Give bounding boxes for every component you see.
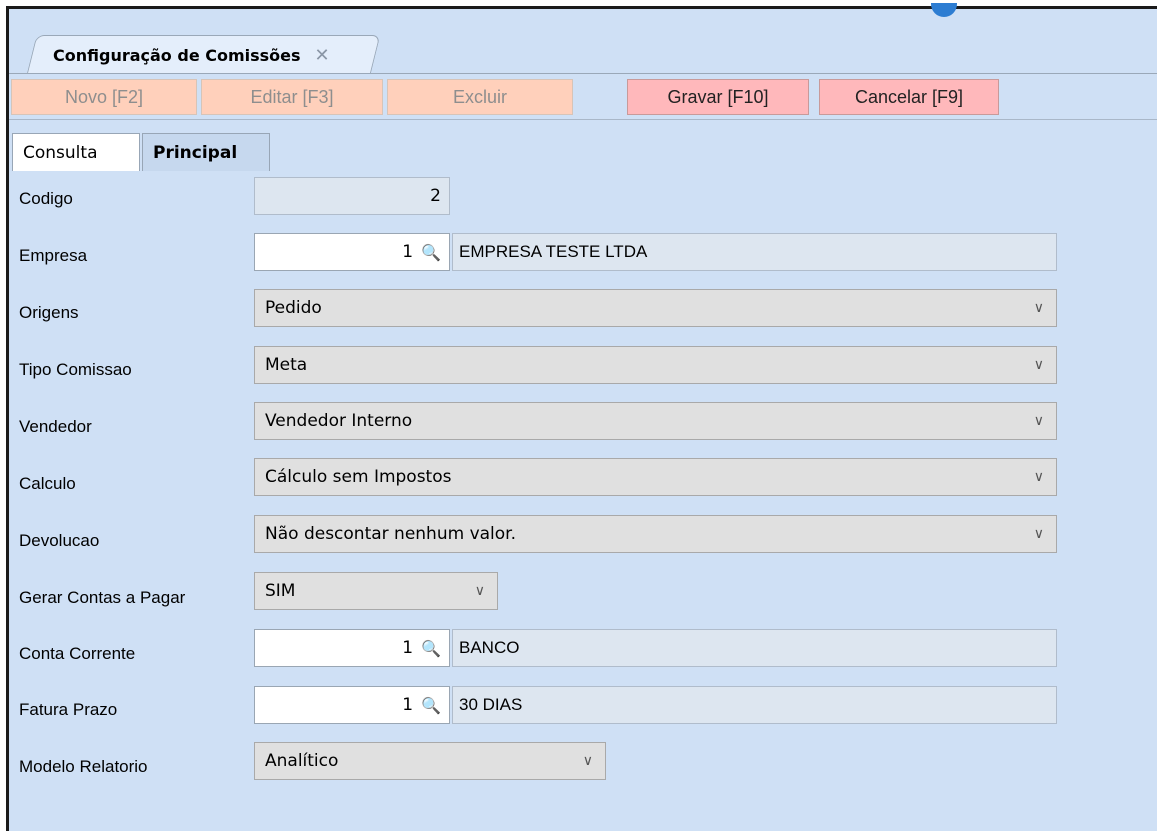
- devolucao-label: Devolucao: [19, 531, 100, 550]
- calculo-select[interactable]: Cálculo sem Impostos ∨: [254, 458, 1057, 496]
- conta-corrente-label: Conta Corrente: [19, 644, 136, 663]
- calculo-label: Calculo: [19, 474, 76, 493]
- tipo-comissao-value: Meta: [265, 355, 308, 375]
- gerar-contas-value: SIM: [265, 581, 296, 601]
- status-indicator: [931, 3, 957, 17]
- empresa-description: EMPRESA TESTE LTDA: [452, 233, 1057, 271]
- codigo-field: 2: [254, 177, 450, 215]
- search-icon[interactable]: 🔍: [421, 696, 441, 715]
- document-tab-title[interactable]: Configuração de Comissões: [53, 46, 301, 65]
- chevron-down-icon[interactable]: ∨: [475, 583, 485, 599]
- empresa-label: Empresa: [19, 246, 88, 265]
- fatura-prazo-label: Fatura Prazo: [19, 700, 118, 719]
- search-icon[interactable]: 🔍: [421, 639, 441, 658]
- origens-label: Origens: [19, 303, 79, 322]
- chevron-down-icon[interactable]: ∨: [583, 753, 593, 769]
- conta-corrente-description-text: BANCO: [459, 638, 520, 657]
- toolbar: Novo [F2] Editar [F3] Excluir Gravar [F1…: [9, 75, 1157, 120]
- origens-select[interactable]: Pedido ∨: [254, 289, 1057, 327]
- tipo-comissao-select[interactable]: Meta ∨: [254, 346, 1057, 384]
- inner-tabstrip: Consulta Principal: [9, 133, 1157, 171]
- empresa-code-field[interactable]: 1 🔍: [254, 233, 450, 271]
- empresa-description-text: EMPRESA TESTE LTDA: [459, 242, 648, 261]
- fatura-prazo-code: 1: [402, 695, 414, 715]
- chevron-down-icon[interactable]: ∨: [1034, 469, 1044, 485]
- editar-button[interactable]: Editar [F3]: [201, 79, 383, 115]
- vendedor-select[interactable]: Vendedor Interno ∨: [254, 402, 1057, 440]
- close-icon[interactable]: ✕: [315, 45, 330, 66]
- document-tabstrip: Configuração de Comissões ✕: [9, 35, 1157, 74]
- modelo-relatorio-value: Analítico: [265, 751, 339, 771]
- search-icon[interactable]: 🔍: [421, 243, 441, 262]
- vendedor-value: Vendedor Interno: [265, 411, 413, 431]
- devolucao-value: Não descontar nenhum valor.: [265, 524, 516, 544]
- empresa-code: 1: [402, 242, 414, 262]
- tab-consulta[interactable]: Consulta: [12, 133, 140, 171]
- excluir-button[interactable]: Excluir: [387, 79, 573, 115]
- codigo-value: 2: [430, 186, 441, 206]
- vendedor-label: Vendedor: [19, 417, 92, 436]
- modelo-relatorio-label: Modelo Relatorio: [19, 757, 148, 776]
- gerar-contas-select[interactable]: SIM ∨: [254, 572, 498, 610]
- conta-corrente-code: 1: [402, 638, 414, 658]
- modelo-relatorio-select[interactable]: Analítico ∨: [254, 742, 606, 780]
- novo-button[interactable]: Novo [F2]: [11, 79, 197, 115]
- devolucao-select[interactable]: Não descontar nenhum valor. ∨: [254, 515, 1057, 553]
- chevron-down-icon[interactable]: ∨: [1034, 357, 1044, 373]
- fatura-prazo-code-field[interactable]: 1 🔍: [254, 686, 450, 724]
- conta-corrente-code-field[interactable]: 1 🔍: [254, 629, 450, 667]
- codigo-label: Codigo: [19, 189, 73, 208]
- tipo-comissao-label: Tipo Comissao: [19, 360, 132, 379]
- window-frame: Configuração de Comissões ✕ Novo [F2] Ed…: [6, 3, 1157, 831]
- conta-corrente-description: BANCO: [452, 629, 1057, 667]
- fatura-prazo-description-text: 30 DIAS: [459, 695, 523, 714]
- chevron-down-icon[interactable]: ∨: [1034, 300, 1044, 316]
- fatura-prazo-description: 30 DIAS: [452, 686, 1057, 724]
- gerar-contas-label: Gerar Contas a Pagar: [19, 588, 186, 607]
- chevron-down-icon[interactable]: ∨: [1034, 413, 1044, 429]
- origens-value: Pedido: [265, 298, 322, 318]
- gravar-button[interactable]: Gravar [F10]: [627, 79, 809, 115]
- tab-principal[interactable]: Principal: [142, 133, 270, 171]
- calculo-value: Cálculo sem Impostos: [265, 467, 452, 487]
- cancelar-button[interactable]: Cancelar [F9]: [819, 79, 999, 115]
- chevron-down-icon[interactable]: ∨: [1034, 526, 1044, 542]
